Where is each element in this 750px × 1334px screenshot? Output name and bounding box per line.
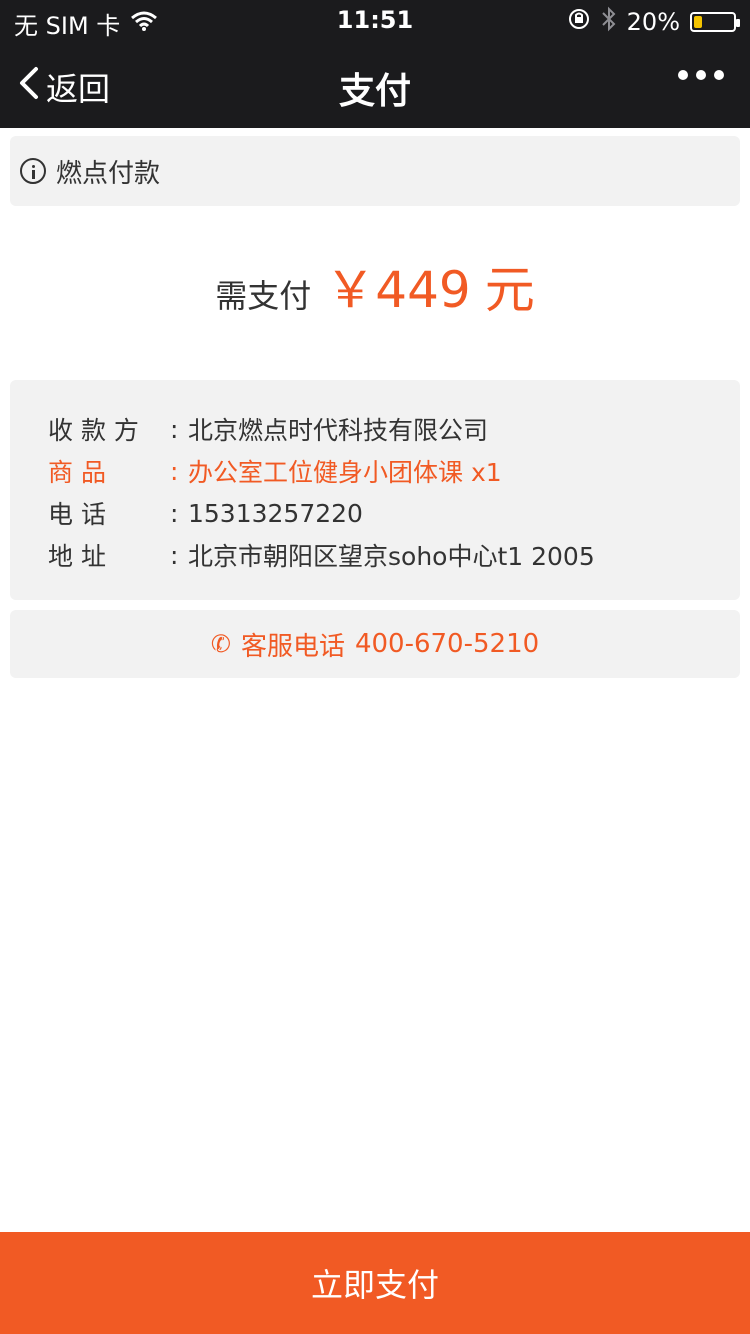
- detail-value-payee: 北京燃点时代科技有限公司: [188, 416, 489, 445]
- more-dot: [714, 70, 724, 80]
- detail-value-goods: 办公室工位健身小团体课 x1: [188, 458, 502, 487]
- status-right: 20%: [567, 6, 740, 38]
- amount-section: 需支付 ￥449 元: [0, 250, 750, 322]
- service-label: 客服电话: [240, 631, 345, 662]
- detail-row-payee: 收 款 方 : 北京燃点时代科技有限公司: [48, 408, 702, 450]
- detail-label-goods: 商 品: [48, 458, 106, 487]
- detail-colon: :: [170, 456, 179, 486]
- more-dot: [678, 70, 688, 80]
- detail-value-address: 北京市朝阳区望京soho中心t1 2005: [188, 542, 595, 571]
- notice-bar: 燃点付款: [10, 136, 740, 206]
- detail-label-payee: 收 款 方: [48, 416, 139, 445]
- detail-row-phone: 电 话 : 15313257220: [48, 492, 702, 534]
- battery-icon: [690, 12, 740, 32]
- phone-icon: ✆: [208, 628, 234, 660]
- top-bar: 无 SIM 卡 11:51 20% 返回 支付: [0, 0, 750, 128]
- service-number: 400-670-5210: [354, 629, 540, 659]
- lock-rotation-icon: [567, 7, 591, 37]
- battery-level: [694, 16, 702, 28]
- detail-label-address: 地 址: [48, 542, 106, 571]
- status-bar: 无 SIM 卡 11:51 20%: [0, 0, 750, 42]
- detail-colon: :: [170, 414, 179, 444]
- more-icon[interactable]: [678, 70, 724, 80]
- detail-colon: :: [170, 540, 179, 570]
- battery-percent: 20%: [626, 8, 680, 36]
- detail-value-phone: 15313257220: [188, 498, 363, 528]
- pay-now-label: 立即支付: [310, 1266, 439, 1304]
- bluetooth-icon: [601, 6, 617, 38]
- detail-colon: :: [170, 498, 179, 528]
- notice-text: 燃点付款: [56, 158, 161, 189]
- detail-row-goods: 商 品 : 办公室工位健身小团体课 x1: [48, 450, 702, 492]
- pay-now-button[interactable]: 立即支付: [0, 1232, 750, 1334]
- detail-label-phone: 电 话: [48, 500, 106, 529]
- amount-value: ￥449: [325, 261, 471, 319]
- customer-service-bar[interactable]: ✆ 客服电话 400-670-5210: [10, 610, 740, 678]
- nav-bar: 返回 支付: [0, 42, 750, 128]
- detail-row-address: 地 址 : 北京市朝阳区望京soho中心t1 2005: [48, 534, 702, 576]
- info-icon: [20, 158, 46, 184]
- payment-page: 无 SIM 卡 11:51 20% 返回 支付 燃点付款 需支付 ￥449 元 …: [0, 0, 750, 1334]
- page-title: 支付: [338, 71, 411, 112]
- amount-label: 需支付: [215, 277, 312, 315]
- amount-unit: 元: [484, 261, 535, 319]
- details-card: 收 款 方 : 北京燃点时代科技有限公司 商 品 : 办公室工位健身小团体课 x…: [10, 380, 740, 600]
- more-dot: [696, 70, 706, 80]
